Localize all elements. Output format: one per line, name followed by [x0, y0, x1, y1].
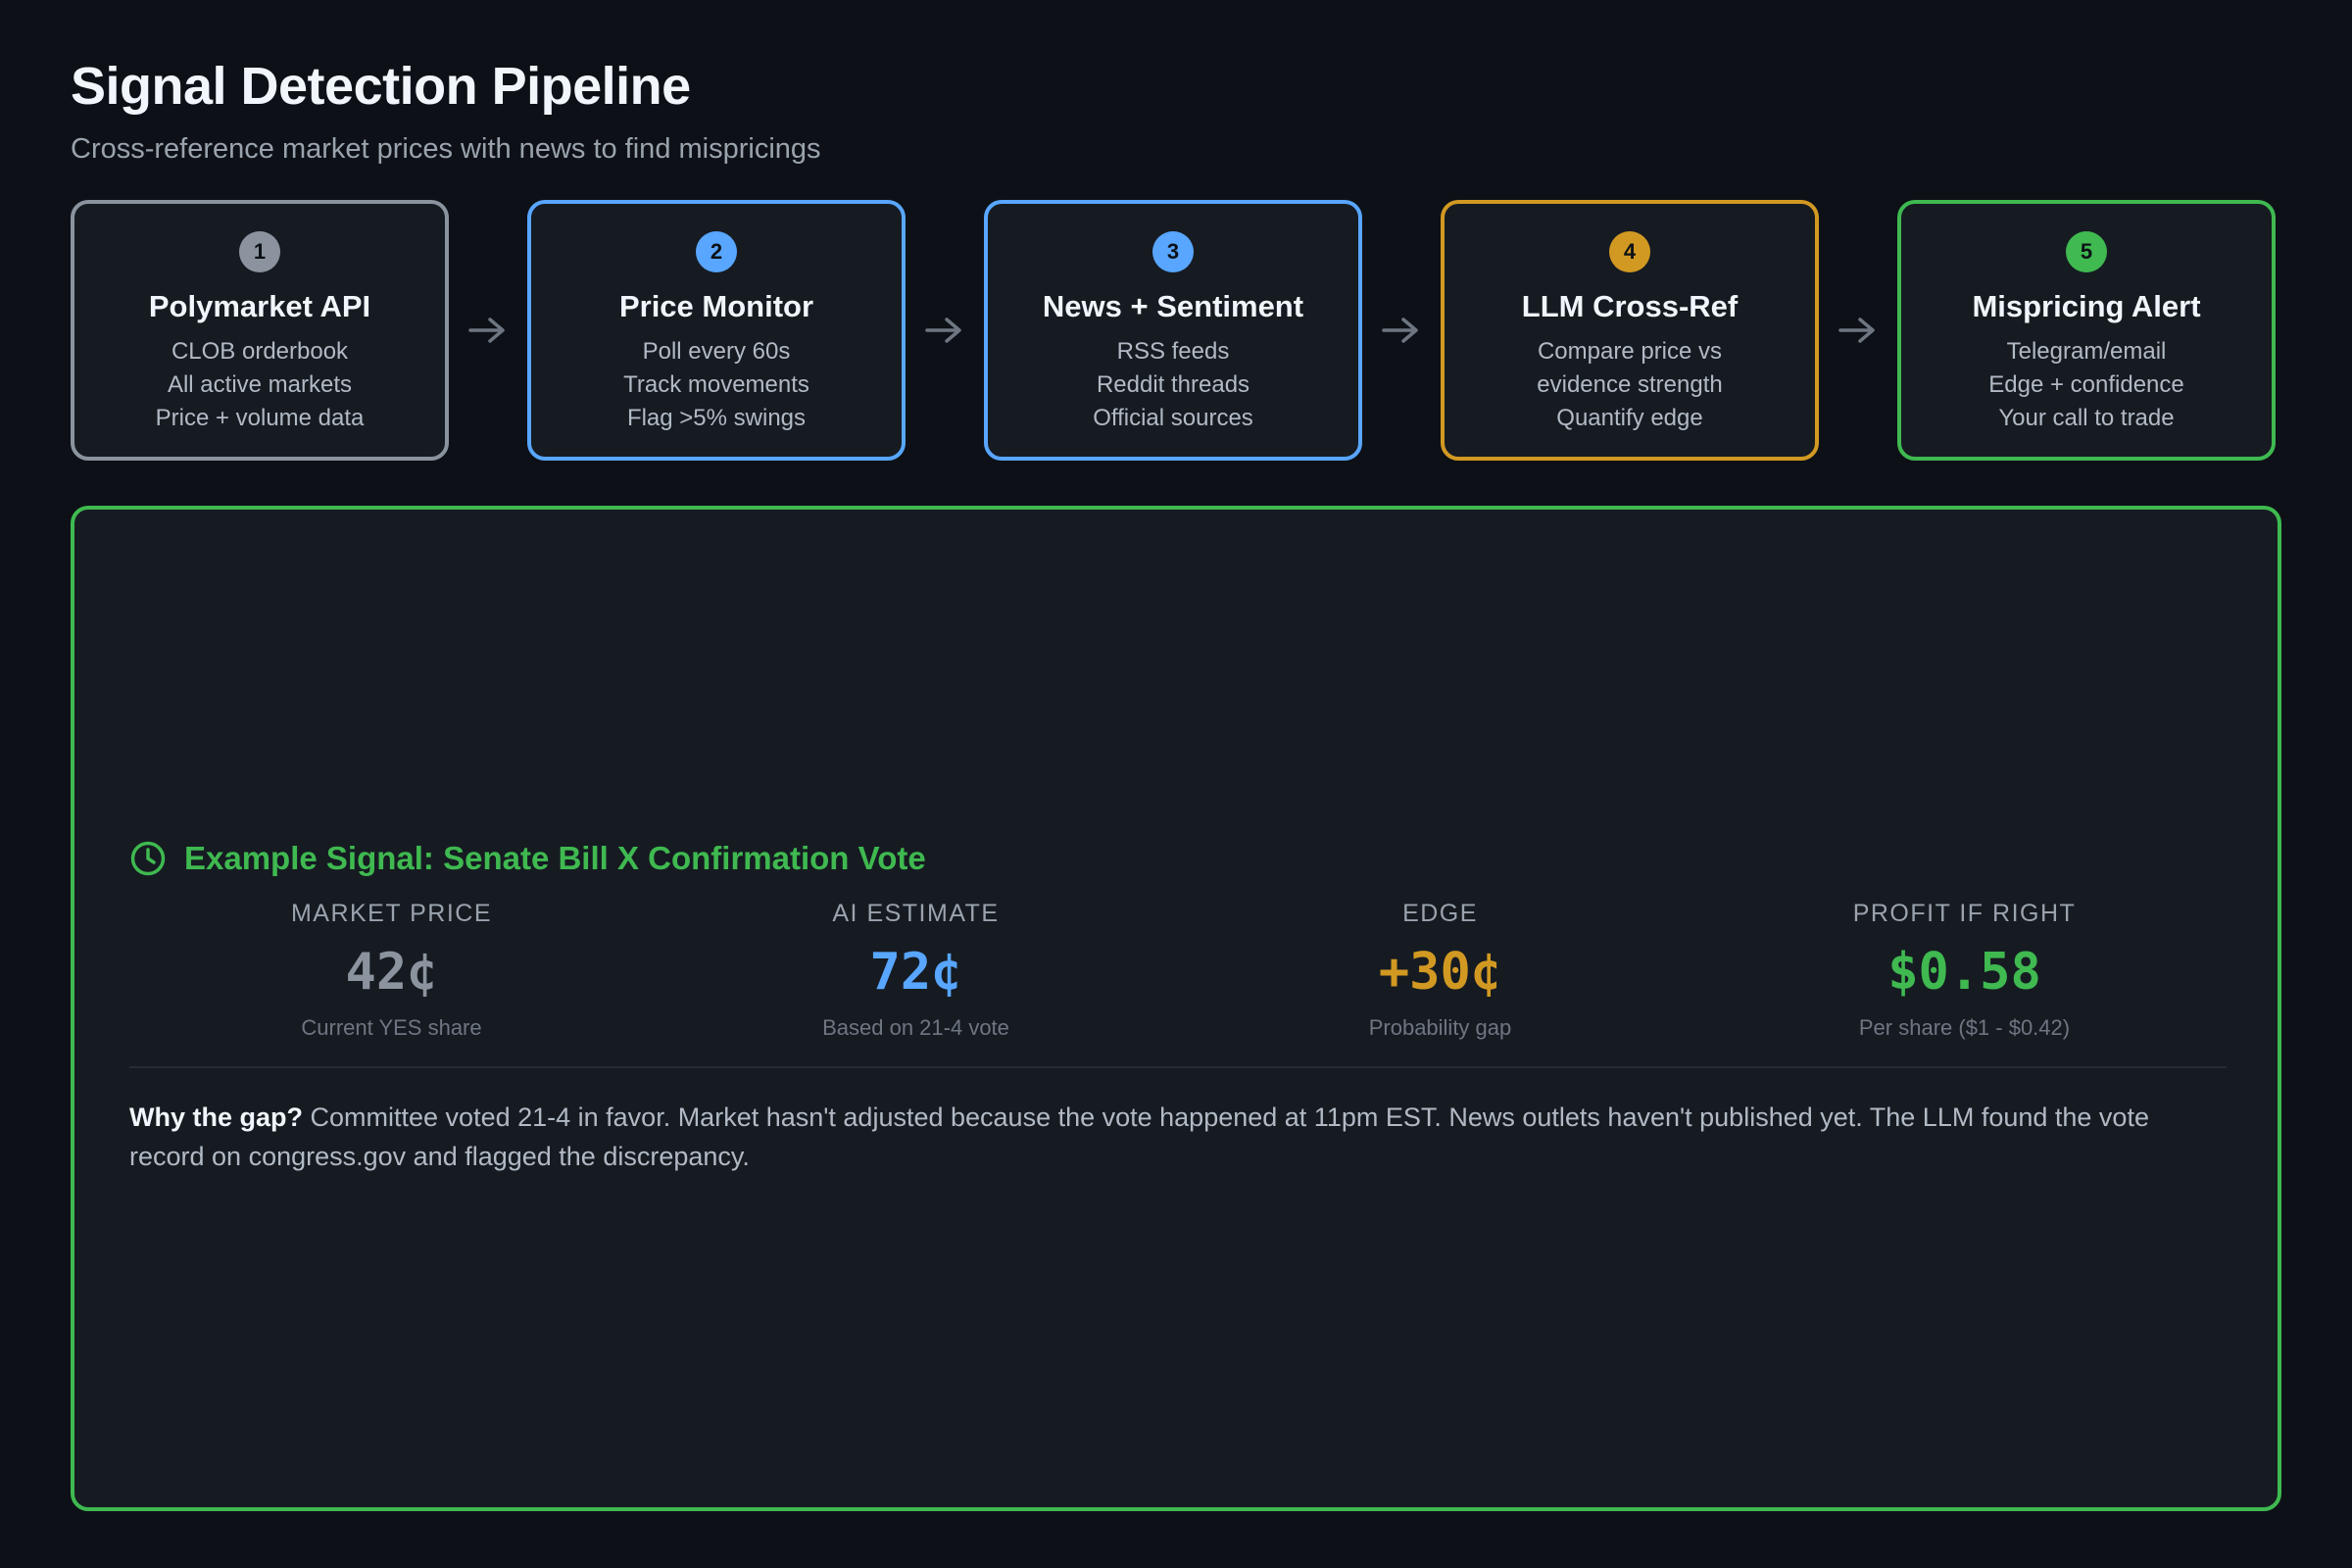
metric-label: AI ESTIMATE: [832, 900, 1000, 927]
step-title: Mispricing Alert: [1972, 289, 2201, 323]
step-line: Quantify edge: [1556, 405, 1703, 431]
arrow-right-icon: [1362, 200, 1441, 461]
step-line: Reddit threads: [1096, 371, 1250, 398]
step-line: Your call to trade: [1998, 405, 2175, 431]
why-text: Committee voted 21-4 in favor. Market ha…: [129, 1102, 2149, 1171]
step-description: RSS feeds Reddit threads Official source…: [1093, 335, 1253, 435]
step-description: Compare price vs evidence strength Quant…: [1537, 335, 1722, 435]
metric-caption: Per share ($1 - $0.42): [1858, 1015, 2071, 1040]
clock-icon: [129, 840, 167, 877]
metric-edge: EDGE +30¢ Probability gap: [1178, 898, 1702, 1043]
metric-caption: Based on 21-4 vote: [822, 1015, 1009, 1040]
metric-label: PROFIT IF RIGHT: [1852, 900, 2077, 927]
pipeline-step-polymarket-api: 1 Polymarket API CLOB orderbook All acti…: [71, 200, 449, 461]
step-line: Poll every 60s: [642, 338, 791, 365]
step-title: LLM Cross-Ref: [1521, 289, 1739, 323]
step-line: Official sources: [1093, 405, 1253, 431]
step-number-badge: 3: [1152, 231, 1194, 272]
step-line: Price + volume data: [155, 405, 365, 431]
signal-metrics: MARKET PRICE 42¢ Current YES share AI ES…: [129, 898, 2227, 1043]
step-line: evidence strength: [1537, 371, 1723, 398]
step-line: Telegram/email: [2006, 338, 2167, 365]
step-title: News + Sentiment: [1042, 289, 1304, 323]
page-subtitle: Cross-reference market prices with news …: [71, 133, 821, 165]
metric-profit-if-right: PROFIT IF RIGHT $0.58 Per share ($1 - $0…: [1702, 898, 2227, 1043]
divider: [129, 1066, 2227, 1068]
step-number-badge: 1: [239, 231, 280, 272]
metric-caption: Current YES share: [301, 1015, 482, 1040]
step-line: Flag >5% swings: [626, 405, 807, 431]
step-number-badge: 4: [1609, 231, 1650, 272]
arrow-right-icon: [1819, 200, 1897, 461]
step-line: CLOB orderbook: [171, 338, 349, 365]
signal-title: Example Signal: Senate Bill X Confirmati…: [184, 840, 926, 876]
metric-value: $0.58: [1887, 943, 2041, 1002]
metric-caption: Probability gap: [1368, 1015, 1512, 1040]
metric-label: MARKET PRICE: [290, 900, 493, 927]
step-title: Price Monitor: [618, 289, 814, 323]
metric-market-price: MARKET PRICE 42¢ Current YES share: [129, 898, 654, 1043]
metric-value: +30¢: [1378, 943, 1502, 1002]
arrow-right-icon: [449, 200, 527, 461]
step-title: Polymarket API: [148, 289, 371, 323]
example-signal: Example Signal: Senate Bill X Confirmati…: [129, 839, 2227, 1176]
why-the-gap-explanation: Why the gap? Committee voted 21-4 in fav…: [129, 1098, 2227, 1176]
pipeline-step-price-monitor: 2 Price Monitor Poll every 60s Track mov…: [527, 200, 906, 461]
pipeline-step-news-sentiment: 3 News + Sentiment RSS feeds Reddit thre…: [984, 200, 1362, 461]
metric-value: 72¢: [869, 943, 962, 1002]
step-line: Track movements: [623, 371, 809, 398]
page: Signal Detection Pipeline Cross-referenc…: [71, 55, 2281, 1511]
pipeline: 1 Polymarket API CLOB orderbook All acti…: [71, 200, 2281, 466]
why-label: Why the gap?: [129, 1102, 303, 1132]
metric-value: 42¢: [345, 943, 438, 1002]
page-title: Signal Detection Pipeline: [71, 57, 691, 116]
metric-label: EDGE: [1402, 900, 1478, 927]
step-number-badge: 2: [696, 231, 737, 272]
arrow-right-icon: [906, 200, 984, 461]
pipeline-step-mispricing-alert: 5 Mispricing Alert Telegram/email Edge +…: [1897, 200, 2276, 461]
step-line: All active markets: [167, 371, 353, 398]
step-description: CLOB orderbook All active markets Price …: [156, 335, 365, 435]
step-number-badge: 5: [2066, 231, 2107, 272]
step-line: RSS feeds: [1116, 338, 1230, 365]
metric-ai-estimate: AI ESTIMATE 72¢ Based on 21-4 vote: [654, 898, 1178, 1043]
step-description: Poll every 60s Track movements Flag >5% …: [623, 335, 809, 435]
pipeline-step-llm-cross-ref: 4 LLM Cross-Ref Compare price vs evidenc…: [1441, 200, 1819, 461]
step-line: Edge + confidence: [1988, 371, 2184, 398]
step-line: Compare price vs: [1537, 338, 1723, 365]
signal-header: Example Signal: Senate Bill X Confirmati…: [129, 839, 2227, 878]
example-signal-panel: Example Signal: Senate Bill X Confirmati…: [71, 506, 2281, 1511]
step-description: Telegram/email Edge + confidence Your ca…: [1988, 335, 2184, 435]
